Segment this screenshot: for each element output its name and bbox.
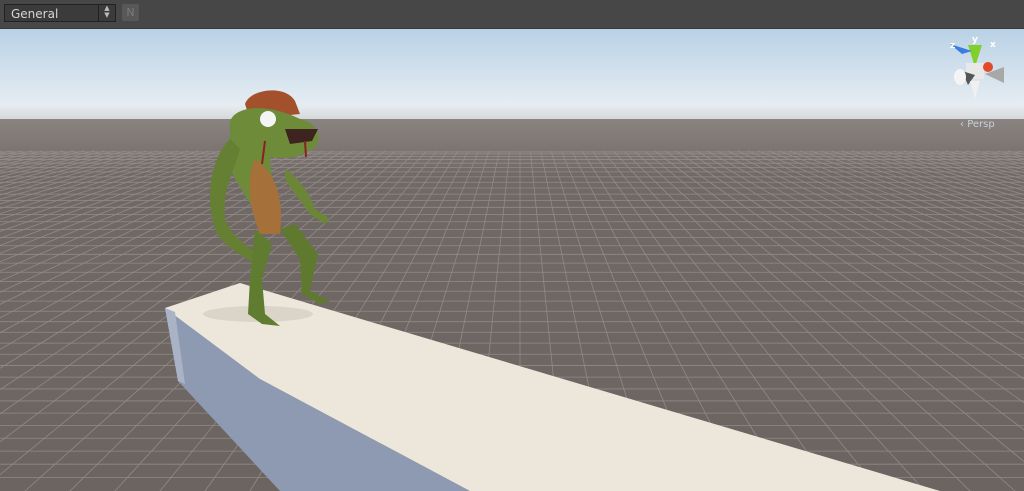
draw-mode-label: General [11, 7, 59, 21]
projection-text: Persp [967, 119, 995, 130]
y-axis-label: y [972, 35, 978, 45]
scene-toolbar: General ▲ ▼ N [0, 0, 1024, 29]
chevron-updown-icon: ▲ ▼ [98, 5, 115, 21]
projection-label[interactable]: ‹ Persp [960, 119, 995, 130]
skybox [0, 29, 1024, 124]
x-axis-label: x [990, 40, 996, 50]
scene-viewport[interactable]: y z x ‹ Persp [0, 29, 1024, 491]
n-button[interactable]: N [122, 4, 139, 21]
z-axis-label: z [950, 41, 955, 51]
scene-render: y z x [0, 29, 1024, 491]
x-axis-cone[interactable] [983, 62, 993, 72]
draw-mode-dropdown[interactable]: General ▲ ▼ [4, 4, 116, 22]
